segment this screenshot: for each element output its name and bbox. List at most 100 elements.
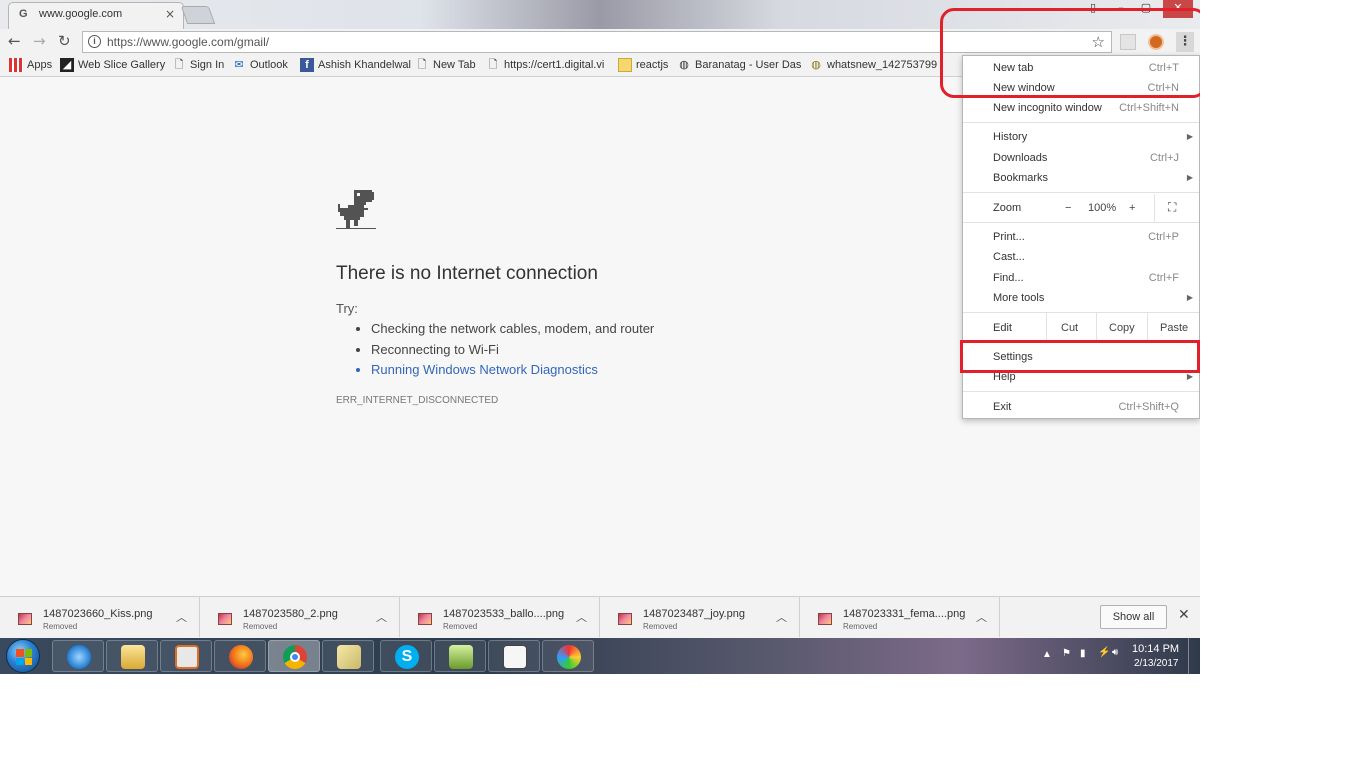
menu-print[interactable]: Print... — [993, 229, 1025, 245]
taskbar-firefox[interactable] — [214, 640, 266, 672]
taskbar-document[interactable] — [488, 640, 540, 672]
taskbar-media-player[interactable] — [160, 640, 212, 672]
menu-more-tools[interactable]: More tools — [993, 290, 1044, 306]
menu-bookmarks[interactable]: Bookmarks — [993, 170, 1048, 186]
bookmark-reactjs[interactable]: reactjs — [618, 58, 668, 72]
menu-divider — [963, 222, 1199, 223]
power-icon[interactable]: ⚡ — [1098, 647, 1110, 658]
forward-icon[interactable]: → — [33, 32, 46, 50]
submenu-arrow-icon: ▶ — [1186, 173, 1193, 182]
bookmark-new-tab[interactable]: 🗋 New Tab — [415, 58, 476, 72]
document-icon — [503, 645, 527, 669]
suggestion-list: Checking the network cables, modem, and … — [371, 321, 654, 383]
taskbar-folder[interactable] — [322, 640, 374, 672]
folder-icon — [618, 58, 632, 72]
apps-grid-icon — [9, 58, 23, 72]
network-icon[interactable]: ▮ — [1080, 648, 1086, 659]
zoom-in-button[interactable]: + — [1129, 200, 1135, 216]
folder-icon — [337, 645, 361, 669]
suggestion-item: Checking the network cables, modem, and … — [371, 321, 654, 342]
action-center-icon[interactable]: ⚑ — [1062, 648, 1071, 659]
chevron-up-icon[interactable]: ︿ — [376, 609, 387, 625]
chevron-up-icon[interactable]: ︿ — [776, 609, 787, 625]
download-filename: 1487023487_joy.png — [643, 608, 745, 620]
download-item[interactable]: 1487023533_ballo....png Removed ︿ — [400, 597, 600, 637]
clock-time[interactable]: 10:14 PM — [1132, 643, 1179, 655]
download-filename: 1487023331_fema....png — [843, 608, 966, 620]
show-desktop-button[interactable] — [1188, 638, 1200, 674]
taskbar-internet-explorer[interactable] — [52, 640, 104, 672]
menu-history[interactable]: History — [993, 129, 1027, 145]
menu-find[interactable]: Find... — [993, 270, 1024, 286]
bookmark-apps[interactable]: Apps — [9, 58, 52, 72]
copy-button[interactable]: Copy — [1109, 320, 1135, 336]
bookmark-label: Ashish Khandelwal — [318, 59, 411, 71]
menu-zoom-label: Zoom — [993, 202, 1022, 214]
zoom-out-button[interactable]: − — [1065, 200, 1071, 216]
bookmark-sign-in[interactable]: 🗋 Sign In — [172, 58, 225, 72]
tab-title: www.google.com — [39, 8, 123, 20]
bookmark-label: https://cert1.digital.vi — [504, 59, 605, 71]
submenu-arrow-icon: ▶ — [1186, 293, 1193, 302]
browser-tab[interactable]: G www.google.com × — [8, 2, 184, 29]
show-hidden-icons-icon[interactable]: ▲ — [1042, 649, 1052, 660]
desktop-screen: G www.google.com × ▯ – ▢ ✕ ← → ↻ i https… — [0, 0, 1200, 674]
menu-cast[interactable]: Cast... — [993, 249, 1025, 265]
download-item[interactable]: 1487023660_Kiss.png Removed ︿ — [0, 597, 200, 637]
menu-divider — [1096, 313, 1097, 341]
taskbar-notepad[interactable] — [434, 640, 486, 672]
download-item[interactable]: 1487023580_2.png Removed ︿ — [200, 597, 400, 637]
bookmark-baranatag[interactable]: ◍ Baranatag - User Das — [677, 58, 801, 72]
volume-icon[interactable]: 🔊︎ — [1112, 647, 1118, 658]
taskbar-file-explorer[interactable] — [106, 640, 158, 672]
submenu-arrow-icon: ▶ — [1186, 132, 1193, 141]
chevron-up-icon[interactable]: ︿ — [576, 609, 587, 625]
menu-new-incognito-window[interactable]: New incognito window — [993, 100, 1102, 116]
skype-icon: S — [395, 645, 419, 669]
google-favicon-icon: G — [19, 8, 28, 20]
bookmark-ashish-khandelwal[interactable]: f Ashish Khandelwal — [300, 58, 411, 72]
bookmark-cert1[interactable]: 🗋 https://cert1.digital.vi — [486, 58, 605, 72]
paste-button[interactable]: Paste — [1160, 320, 1188, 336]
menu-downloads[interactable]: Downloads — [993, 150, 1047, 166]
network-diagnostics-link[interactable]: Running Windows Network Diagnostics — [371, 362, 654, 383]
bookmark-label: whatsnew_142753799 — [827, 59, 938, 71]
site-info-icon[interactable]: i — [88, 35, 101, 48]
download-item[interactable]: 1487023331_fema....png Removed ︿ — [800, 597, 1000, 637]
menu-divider — [1154, 194, 1155, 222]
chevron-up-icon[interactable]: ︿ — [176, 609, 187, 625]
cut-button[interactable]: Cut — [1061, 320, 1078, 336]
reload-icon[interactable]: ↻ — [58, 32, 71, 50]
bookmark-outlook[interactable]: ✉ Outlook — [232, 58, 288, 72]
download-item[interactable]: 1487023487_joy.png Removed ︿ — [600, 597, 800, 637]
taskbar-chrome[interactable] — [268, 640, 320, 672]
shortcut-text: Ctrl+Shift+N — [1119, 102, 1179, 114]
start-button[interactable] — [6, 639, 40, 673]
dinosaur-icon — [336, 190, 376, 229]
chevron-up-icon[interactable]: ︿ — [976, 609, 987, 625]
page-icon: 🗋 — [417, 59, 427, 71]
bookmark-label: Baranatag - User Das — [695, 59, 802, 71]
bookmark-web-slice-gallery[interactable]: ◢ Web Slice Gallery — [60, 58, 165, 72]
fullscreen-icon[interactable]: ⛶ — [1168, 199, 1176, 215]
close-shelf-icon[interactable]: ✕ — [1178, 607, 1190, 623]
back-icon[interactable]: ← — [8, 32, 21, 50]
new-tab-button[interactable] — [180, 6, 216, 24]
bookmark-label: New Tab — [433, 59, 476, 71]
notepad-icon — [449, 645, 473, 669]
url-text[interactable]: https://www.google.com/gmail/ — [107, 35, 269, 49]
menu-exit[interactable]: Exit — [993, 399, 1011, 415]
image-file-icon — [418, 613, 432, 625]
show-all-button[interactable]: Show all — [1100, 605, 1167, 629]
clock-date[interactable]: 2/13/2017 — [1134, 658, 1179, 669]
image-file-icon — [818, 613, 832, 625]
shortcut-text: Ctrl+J — [1149, 152, 1179, 164]
bookmark-whatsnew[interactable]: ◍ whatsnew_142753799 — [809, 58, 937, 72]
shortcut-text: Ctrl+Shift+Q — [1118, 401, 1179, 413]
zoom-level: 100% — [1088, 202, 1117, 214]
tab-close-icon[interactable]: × — [165, 7, 175, 21]
taskbar-skype[interactable]: S — [380, 640, 432, 672]
taskbar-paint[interactable] — [542, 640, 594, 672]
shortcut-text: Ctrl+P — [1148, 231, 1179, 243]
page-icon: 🗋 — [174, 59, 184, 71]
